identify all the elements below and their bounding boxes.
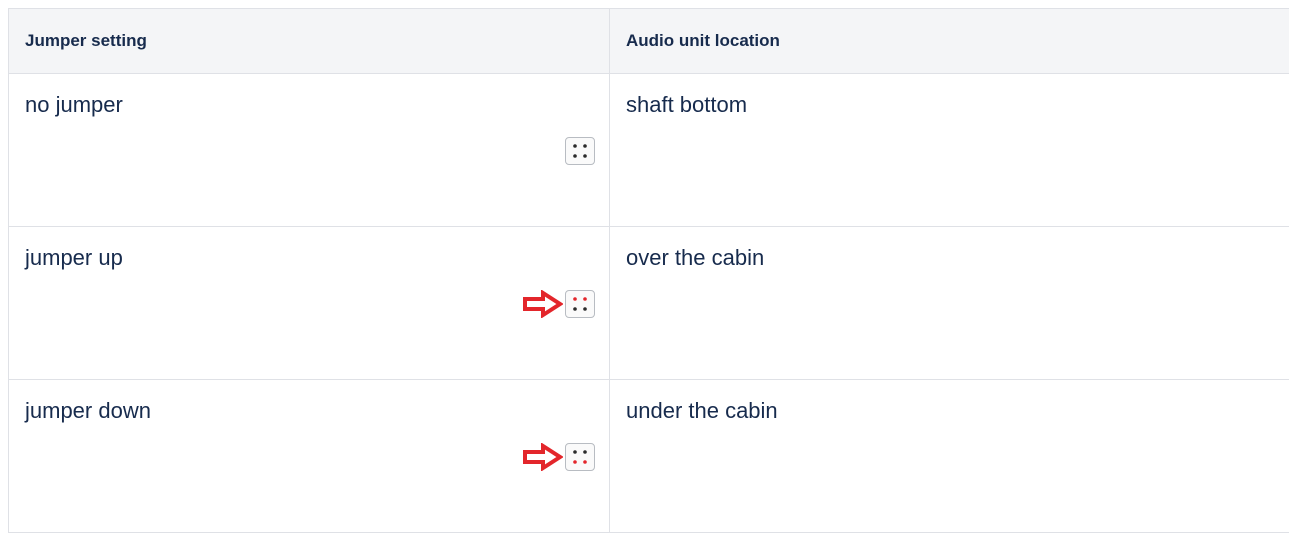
- audio-unit-location-text: under the cabin: [626, 398, 778, 423]
- jumper-up-icon: [523, 290, 595, 318]
- pin-header-icon: [565, 137, 595, 165]
- table-row: jumper up over the cabin: [8, 226, 1289, 380]
- pin-jumpered: [583, 460, 587, 464]
- arrow-right-icon: [523, 443, 563, 471]
- pin: [583, 154, 587, 158]
- jumper-settings-table: Jumper setting Audio unit location no ju…: [8, 8, 1289, 533]
- jumper-setting-cell: jumper up: [8, 226, 610, 380]
- audio-unit-location-cell: shaft bottom: [609, 73, 1289, 227]
- jumper-none-icon: [565, 137, 595, 165]
- table-row: jumper down under the cabin: [8, 379, 1289, 533]
- audio-unit-location-text: over the cabin: [626, 245, 765, 270]
- jumper-settings-table-container: Jumper setting Audio unit location no ju…: [8, 8, 1289, 533]
- pin: [573, 144, 577, 148]
- jumper-down-icon: [523, 443, 595, 471]
- jumper-setting-text: jumper up: [25, 245, 123, 270]
- audio-unit-location-text: shaft bottom: [626, 92, 748, 117]
- pin-header-icon: [565, 443, 595, 471]
- pin-jumpered: [573, 297, 577, 301]
- header-jumper-setting: Jumper setting: [8, 8, 610, 74]
- header-audio-unit-location: Audio unit location: [609, 8, 1289, 74]
- pin-jumpered: [573, 460, 577, 464]
- audio-unit-location-cell: under the cabin: [609, 379, 1289, 533]
- pin: [573, 307, 577, 311]
- pin: [583, 144, 587, 148]
- pin-jumpered: [583, 297, 587, 301]
- table-header-row: Jumper setting Audio unit location: [8, 8, 1289, 74]
- pin: [583, 307, 587, 311]
- pin: [573, 154, 577, 158]
- table-row: no jumper shaft bottom: [8, 73, 1289, 227]
- jumper-setting-cell: no jumper: [8, 73, 610, 227]
- pin-header-icon: [565, 290, 595, 318]
- jumper-setting-text: no jumper: [25, 92, 123, 117]
- pin: [573, 450, 577, 454]
- jumper-setting-cell: jumper down: [8, 379, 610, 533]
- jumper-setting-text: jumper down: [25, 398, 151, 423]
- audio-unit-location-cell: over the cabin: [609, 226, 1289, 380]
- arrow-right-icon: [523, 290, 563, 318]
- pin: [583, 450, 587, 454]
